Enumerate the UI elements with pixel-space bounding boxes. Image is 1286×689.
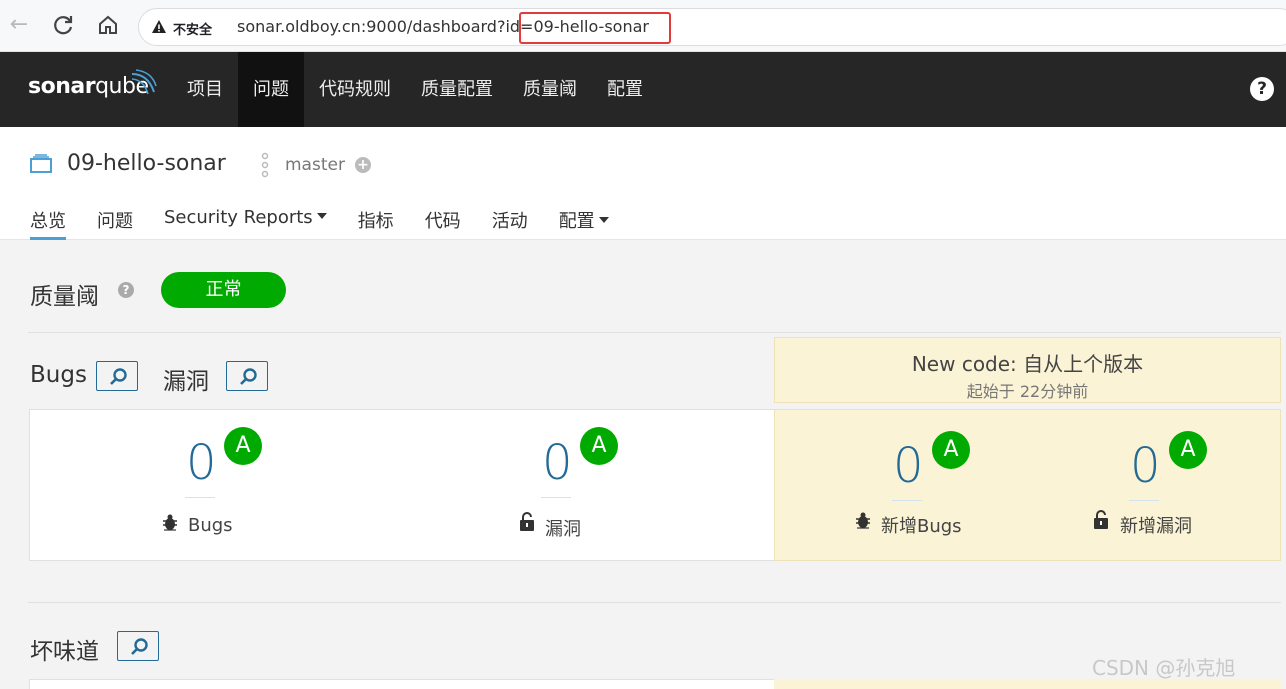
project-tabs: 总览 问题 Security Reports 指标 代码 活动 配置 — [30, 207, 640, 240]
url-highlight-box — [519, 12, 671, 44]
tab-measures[interactable]: 指标 — [358, 207, 394, 240]
new-code-panel — [774, 409, 1281, 561]
nav-administration[interactable]: 配置 — [592, 52, 658, 127]
vulnerabilities-label: 漏洞 — [545, 519, 581, 540]
underline — [892, 500, 922, 501]
tab-administration[interactable]: 配置 — [559, 207, 609, 240]
new-bugs-rating[interactable]: A — [932, 431, 970, 469]
bug-icon — [856, 512, 870, 529]
new-vulnerabilities-label: 新增漏洞 — [1120, 516, 1192, 537]
new-vulnerabilities-value[interactable]: 0 — [1130, 438, 1161, 494]
bugs-title: Bugs — [30, 362, 87, 388]
new-vulnerabilities-rating[interactable]: A — [1169, 431, 1207, 469]
branch-icon — [261, 152, 269, 178]
new-bugs-label: 新增Bugs — [881, 516, 962, 537]
bugs-search-button[interactable] — [96, 361, 138, 391]
warning-icon — [152, 20, 166, 33]
new-bugs-value[interactable]: 0 — [893, 438, 924, 494]
browser-toolbar: ← 不安全 sonar.oldboy.cn:9000/dashboard?id=… — [0, 0, 1286, 52]
section-divider — [28, 332, 1281, 333]
help-icon[interactable]: ? — [1250, 77, 1274, 101]
unlock-icon — [520, 512, 534, 531]
watermark: CSDN @孙克旭 — [1092, 656, 1236, 680]
search-icon — [131, 638, 148, 655]
quality-gate-title: 质量阈 — [30, 284, 99, 310]
home-icon[interactable] — [95, 12, 121, 38]
bugs-label: Bugs — [188, 515, 233, 536]
bug-icon — [163, 514, 177, 531]
chevron-down-icon — [316, 213, 327, 219]
tab-security-reports[interactable]: Security Reports — [164, 207, 327, 240]
chevron-down-icon — [598, 217, 609, 223]
nav-issues[interactable]: 问题 — [238, 52, 304, 127]
tab-overview[interactable]: 总览 — [30, 207, 66, 240]
project-header: 09-hello-sonar master + 总览 问题 Security R… — [0, 127, 1286, 240]
unlock-icon — [1094, 510, 1108, 529]
new-code-subtitle: 起始于 22分钟前 — [966, 382, 1089, 401]
vulnerabilities-search-button[interactable] — [226, 361, 268, 391]
section-divider — [28, 602, 1281, 603]
tab-code[interactable]: 代码 — [425, 207, 461, 240]
code-smells-search-button[interactable] — [117, 631, 159, 661]
vulnerabilities-rating[interactable]: A — [580, 427, 618, 465]
underline — [541, 497, 571, 498]
project-icon — [30, 154, 52, 173]
vulnerabilities-value[interactable]: 0 — [542, 435, 573, 491]
underline — [1129, 500, 1159, 501]
reload-icon[interactable] — [50, 12, 76, 38]
sonar-top-nav: sonarqube 项目 问题 代码规则 质量配置 质量阈 配置 ? — [0, 52, 1286, 127]
add-branch-icon[interactable]: + — [355, 157, 371, 173]
insecure-label: 不安全 — [173, 23, 213, 38]
branch-name[interactable]: master — [285, 155, 345, 175]
code-smells-title: 坏味道 — [30, 639, 99, 665]
nav-projects[interactable]: 项目 — [172, 52, 238, 127]
back-arrow-icon[interactable]: ← — [6, 12, 32, 38]
new-code-title: New code: 自从上个版本 — [911, 352, 1144, 376]
tab-issues[interactable]: 问题 — [97, 207, 133, 240]
nav-quality-profiles[interactable]: 质量配置 — [406, 52, 508, 127]
bugs-value[interactable]: 0 — [186, 435, 217, 491]
search-icon — [240, 368, 257, 385]
bugs-rating[interactable]: A — [224, 427, 262, 465]
nav-rules[interactable]: 代码规则 — [304, 52, 406, 127]
address-bar[interactable]: 不安全 sonar.oldboy.cn:9000/dashboard?id=09… — [138, 8, 1286, 46]
search-icon — [110, 368, 127, 385]
vulnerabilities-title: 漏洞 — [163, 369, 209, 395]
project-name[interactable]: 09-hello-sonar — [67, 151, 226, 176]
tab-activity[interactable]: 活动 — [492, 207, 528, 240]
help-icon[interactable]: ? — [118, 282, 134, 298]
logo-arc-icon — [131, 69, 157, 95]
underline — [185, 497, 215, 498]
new-code-header: New code: 自从上个版本 起始于 22分钟前 — [774, 337, 1281, 403]
nav-quality-gates[interactable]: 质量阈 — [508, 52, 592, 127]
quality-gate-status-badge: 正常 — [161, 272, 286, 308]
